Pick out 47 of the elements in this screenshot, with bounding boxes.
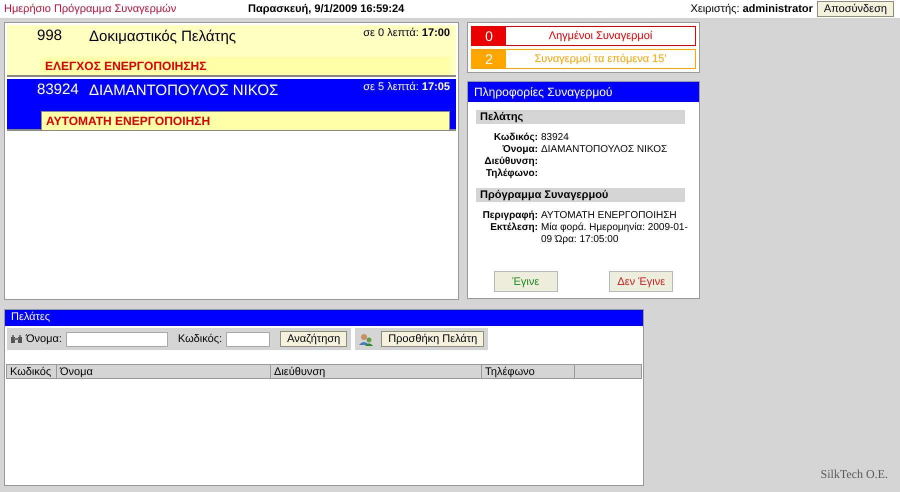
field-label: Όνομα: xyxy=(501,144,538,156)
alarm-action: ΕΛΕΓΧΟΣ ΕΝΕΡΓΟΠΟΙΗΣΗΣ xyxy=(41,57,450,75)
customer-name: ΔΙΑΜΑΝΤΟΠΟΥΛΟΣ ΝΙΚΟΣ xyxy=(89,81,280,99)
panel-title: Πληροφορίες Συναγερμού xyxy=(468,82,699,102)
users-icon xyxy=(359,332,374,346)
alarm-row[interactable]: 998 Δοκιμαστικός Πελάτης σε 0 λεπτά: 17:00 ΕΛΕΓΧΟΣ ΕΝΕΡΓΟΠΟΙΗΣΗΣ xyxy=(7,25,456,77)
section-heading: Πρόγραμμα Συναγερμού xyxy=(476,188,685,202)
page-title: Ημερήσιο Πρόγραμμα Συναγερμών xyxy=(4,3,178,15)
date-time: Παρασκευή, 9/1/2009 16:59:24 xyxy=(248,3,406,15)
field-label: Διεύθυνση: xyxy=(483,156,538,168)
field-label: Τηλέφωνο: xyxy=(484,168,538,180)
code-label: Κωδικός: xyxy=(178,333,222,345)
section-heading: Πελάτης xyxy=(476,110,685,124)
counter-badge: 2 xyxy=(472,50,506,68)
logout-button[interactable]: Αποσύνδεση xyxy=(816,1,894,17)
customer-code: 83924 xyxy=(37,81,80,98)
company-name: SilkTech O.E. xyxy=(820,467,888,482)
name-label: Όνομα: xyxy=(26,333,62,345)
field-value: Μία φορά. Ημερομηνία: 2009-01-09 Ώρα: 17:05:00 xyxy=(541,222,689,246)
counter-label: Ληγμένοι Συναγερμοί xyxy=(548,29,654,44)
code-field[interactable] xyxy=(226,332,270,346)
field-value: ΑΥΤΟΜΑΤΗ ΕΝΕΡΓΟΠΟΙΗΣΗ xyxy=(541,210,678,222)
field-value: 83924 xyxy=(541,132,570,144)
alarm-action: ΑΥΤΟΜΑΤΗ ΕΝΕΡΓΟΠΟΙΗΣΗ xyxy=(41,111,450,131)
column-header: Όνομα xyxy=(57,365,271,378)
field-label: Κωδικός: xyxy=(492,132,538,144)
field-label: Εκτέλεση: xyxy=(489,222,538,235)
customer-name: Δοκιμαστικός Πελάτης xyxy=(89,27,238,45)
not-done-button[interactable]: Δεν Έγινε xyxy=(609,271,674,292)
user-label: Χειριστής: administrator xyxy=(690,3,813,15)
due-time: σε 5 λεπτά: 17:05 xyxy=(363,81,451,93)
counter-badge: 0 xyxy=(472,27,506,45)
column-header: Κωδικός xyxy=(7,365,57,378)
name-field[interactable] xyxy=(66,332,168,346)
binoculars-icon xyxy=(11,334,22,344)
add-customer-button[interactable]: Προσθήκη Πελάτη xyxy=(381,331,484,347)
field-label: Περιγραφή: xyxy=(482,210,538,222)
column-header: Διεύθυνση xyxy=(271,365,482,378)
column-header: Τηλέφωνο xyxy=(482,365,575,378)
done-button[interactable]: Έγινε xyxy=(494,271,558,292)
counter-label: Συναγερμοί τα επόμενα 15' xyxy=(534,52,668,67)
field-value: ΔΙΑΜΑΝΤΟΠΟΥΛΟΣ ΝΙΚΟΣ xyxy=(541,144,668,156)
customer-code: 998 xyxy=(37,27,64,44)
due-time: σε 0 λεπτά: 17:00 xyxy=(363,27,451,39)
panel-title: Πελάτες xyxy=(5,310,643,326)
search-button[interactable]: Αναζήτηση xyxy=(280,331,348,347)
alarm-row[interactable]: 83924 ΔΙΑΜΑΝΤΟΠΟΥΛΟΣ ΝΙΚΟΣ σε 5 λεπτά: 17:05 ΑΥΤΟΜΑΤΗ ΕΝΕΡΓΟΠΟΙΗΣΗ xyxy=(7,79,456,131)
